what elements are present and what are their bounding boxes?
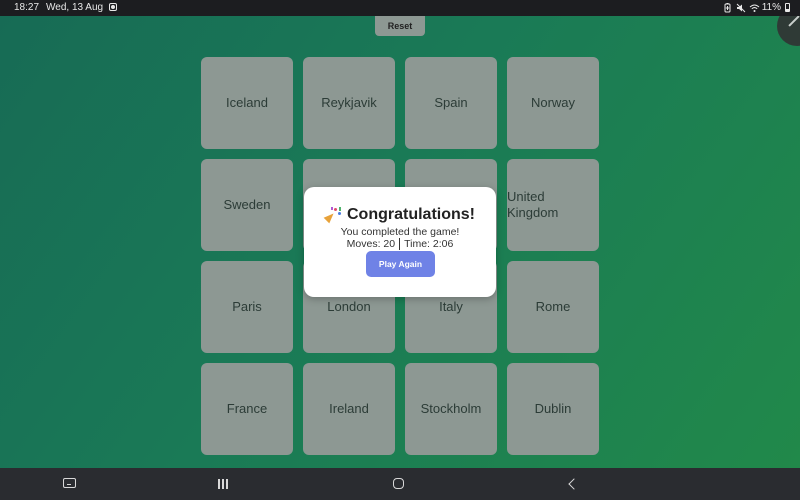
elapsed-time: Time: 2:06 bbox=[404, 238, 454, 250]
notification-icon bbox=[109, 3, 117, 11]
card[interactable]: United Kingdom bbox=[507, 159, 599, 251]
home-button[interactable] bbox=[379, 468, 419, 500]
recent-apps-button[interactable] bbox=[203, 468, 243, 500]
moves-count: Moves: 20 bbox=[346, 238, 396, 250]
dialog-title: Congratulations! bbox=[347, 206, 475, 223]
pen-icon bbox=[788, 16, 800, 27]
battery-saver-icon bbox=[723, 2, 732, 13]
card[interactable]: Spain bbox=[405, 57, 497, 149]
keyboard-button[interactable] bbox=[50, 468, 90, 500]
card[interactable]: Iceland bbox=[201, 57, 293, 149]
stats-divider bbox=[399, 238, 401, 250]
card[interactable]: France bbox=[201, 363, 293, 455]
battery-percent: 11% bbox=[761, 2, 781, 13]
recent-apps-icon bbox=[217, 479, 229, 489]
home-icon bbox=[393, 478, 404, 489]
navigation-bar bbox=[0, 468, 800, 500]
card[interactable]: Norway bbox=[507, 57, 599, 149]
status-icons: 11% bbox=[723, 2, 790, 13]
card[interactable]: Ireland bbox=[303, 363, 395, 455]
edit-button[interactable] bbox=[777, 16, 800, 46]
dialog-title-row: Congratulations! bbox=[304, 206, 496, 224]
card[interactable]: Sweden bbox=[201, 159, 293, 251]
mute-icon bbox=[736, 3, 746, 13]
status-date: Wed, 13 Aug bbox=[46, 2, 104, 13]
card[interactable]: Paris bbox=[201, 261, 293, 353]
wifi-icon bbox=[749, 3, 760, 13]
card[interactable]: Reykjavik bbox=[303, 57, 395, 149]
status-time: 18:27 bbox=[14, 2, 40, 13]
party-popper-icon bbox=[323, 207, 343, 224]
card[interactable]: Dublin bbox=[507, 363, 599, 455]
card[interactable]: Rome bbox=[507, 261, 599, 353]
game-stats: Moves: 20 Time: 2:06 bbox=[304, 238, 496, 250]
battery-icon bbox=[785, 3, 790, 12]
card[interactable]: Stockholm bbox=[405, 363, 497, 455]
congratulations-dialog: Congratulations! You completed the game!… bbox=[304, 187, 496, 297]
keyboard-icon bbox=[63, 478, 76, 488]
back-button[interactable] bbox=[554, 468, 594, 500]
play-again-button[interactable]: Play Again bbox=[366, 251, 435, 277]
dialog-message: You completed the game! bbox=[340, 226, 460, 238]
reset-button[interactable]: Reset bbox=[375, 16, 425, 36]
status-bar: 18:27 Wed, 13 Aug 11% bbox=[0, 0, 800, 16]
back-icon bbox=[568, 478, 580, 490]
